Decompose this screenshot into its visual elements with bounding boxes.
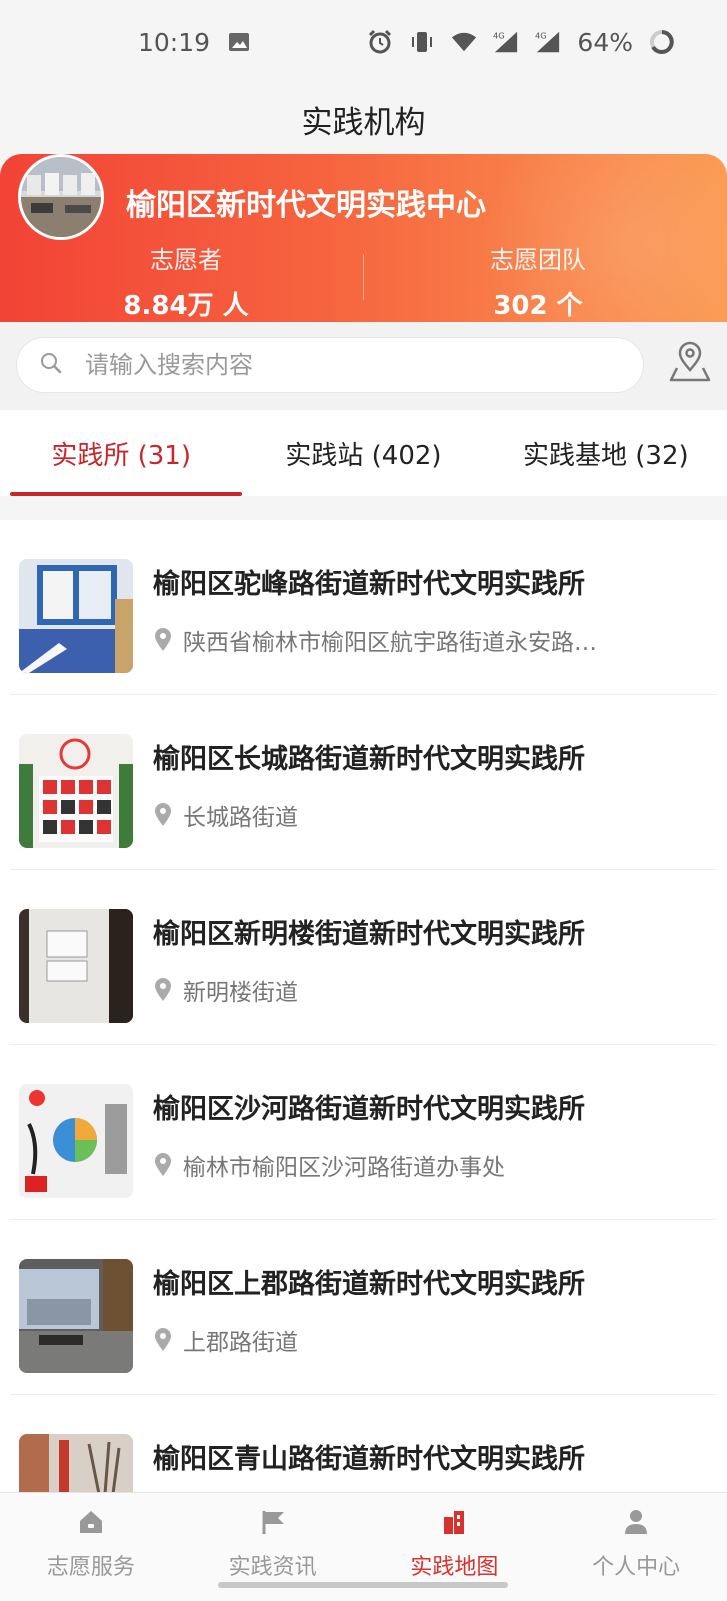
item-title: 榆阳区长城路街道新时代文明实践所 [153, 744, 585, 775]
map-building-icon [444, 1511, 465, 1534]
nav-label: 志愿服务 [46, 1555, 135, 1580]
list-item[interactable]: 榆阳区驼峰路街道新时代文明实践所 陕西省榆林市榆阳区航宇路街道永安路… [10, 520, 717, 695]
item-address-text: 榆林市榆阳区沙河路街道办事处 [183, 1155, 505, 1181]
search-row [0, 322, 727, 410]
signal-4g-icon: 4G [493, 29, 519, 55]
nav-personal-center[interactable]: 个人中心 [545, 1493, 727, 1601]
item-address-text: 长城路街道 [183, 805, 298, 831]
item-title: 榆阳区青山路街道新时代文明实践所 [153, 1444, 585, 1475]
list-item[interactable]: 榆阳区上郡路街道新时代文明实践所 上郡路街道 [10, 1220, 717, 1395]
item-title: 榆阳区驼峰路街道新时代文明实践所 [153, 569, 585, 600]
list-item[interactable]: 榆阳区新明楼街道新时代文明实践所 新明楼街道 [10, 870, 717, 1045]
home-icon [79, 1511, 102, 1533]
nav-volunteer-service[interactable]: 志愿服务 [0, 1493, 182, 1601]
volunteers-value: 8.84万 人 [123, 291, 249, 321]
location-pin-icon [155, 1328, 171, 1351]
item-thumbnail [19, 1259, 133, 1373]
teams-stat: 志愿团队 302 个 [418, 240, 658, 322]
center-banner: 榆阳区新时代文明实践中心 志愿者 8.84万 人 志愿团队 302 个 [0, 154, 727, 322]
status-time: 10:19 [138, 27, 211, 57]
item-title: 榆阳区沙河路街道新时代文明实践所 [153, 1094, 585, 1125]
tab-practice-institute[interactable]: 实践所 (31) [0, 410, 243, 496]
item-thumbnail [19, 1434, 133, 1492]
item-address-text: 新明楼街道 [183, 980, 298, 1006]
institute-list: 榆阳区驼峰路街道新时代文明实践所 陕西省榆林市榆阳区航宇路街道永安路… 榆阳区长… [0, 520, 727, 1492]
category-tabs: 实践所 (31) 实践站 (402) 实践基地 (32) [0, 410, 727, 496]
status-bar: 10:19 4G 4G 64% [0, 0, 727, 84]
alarm-icon [367, 29, 393, 55]
item-title: 榆阳区新明楼街道新时代文明实践所 [153, 919, 585, 950]
teams-value: 302 个 [493, 291, 583, 321]
center-avatar [18, 154, 104, 240]
search-box[interactable] [16, 337, 644, 393]
item-thumbnail [19, 909, 133, 1023]
item-address-text: 上郡路街道 [183, 1330, 298, 1356]
search-icon [39, 351, 63, 379]
map-location-button[interactable] [667, 340, 713, 386]
page-title: 实践机构 [301, 104, 426, 141]
vibrate-icon [409, 29, 435, 55]
item-address: 上郡路街道 [153, 1323, 298, 1357]
item-address: 榆林市榆阳区沙河路街道办事处 [153, 1148, 505, 1182]
battery-ring-icon [649, 29, 675, 55]
item-thumbnail [19, 559, 133, 673]
map-pin-icon [669, 341, 711, 382]
list-item[interactable]: 榆阳区沙河路街道新时代文明实践所 榆林市榆阳区沙河路街道办事处 [10, 1045, 717, 1220]
item-address: 新明楼街道 [153, 973, 298, 1007]
svg-text:4G: 4G [535, 30, 547, 40]
nav-label: 实践资讯 [228, 1555, 317, 1580]
item-address: 陕西省榆林市榆阳区航宇路街道永安路… [153, 623, 597, 657]
search-input[interactable] [83, 350, 607, 380]
tab-practice-station[interactable]: 实践站 (402) [242, 410, 484, 496]
image-icon [226, 29, 252, 55]
wifi-icon [451, 29, 477, 55]
teams-label: 志愿团队 [490, 246, 586, 274]
item-thumbnail [19, 734, 133, 848]
volunteers-stat: 志愿者 8.84万 人 [66, 240, 306, 322]
nav-label: 个人中心 [592, 1555, 681, 1580]
volunteers-label: 志愿者 [150, 246, 222, 274]
nav-label: 实践地图 [410, 1555, 499, 1580]
home-indicator[interactable] [218, 1582, 508, 1588]
stat-divider [363, 254, 364, 300]
location-pin-icon [155, 803, 171, 826]
item-thumbnail [19, 1084, 133, 1198]
item-title: 榆阳区上郡路街道新时代文明实践所 [153, 1269, 585, 1300]
center-name: 榆阳区新时代文明实践中心 [126, 188, 486, 223]
location-pin-icon [155, 1153, 171, 1176]
signal-4g-icon: 4G [535, 29, 561, 55]
flag-icon [262, 1511, 284, 1534]
tab-practice-base[interactable]: 实践基地 (32) [485, 410, 727, 496]
location-pin-icon [155, 628, 171, 651]
location-pin-icon [155, 978, 171, 1001]
user-icon [625, 1510, 648, 1534]
battery-percent: 64% [577, 27, 633, 57]
list-item[interactable]: 榆阳区长城路街道新时代文明实践所 长城路街道 [10, 695, 717, 870]
item-address: 长城路街道 [153, 798, 298, 832]
list-item[interactable]: 榆阳区青山路街道新时代文明实践所 [10, 1395, 717, 1492]
item-address-text: 陕西省榆林市榆阳区航宇路街道永安路… [183, 630, 597, 656]
svg-text:4G: 4G [493, 30, 505, 40]
